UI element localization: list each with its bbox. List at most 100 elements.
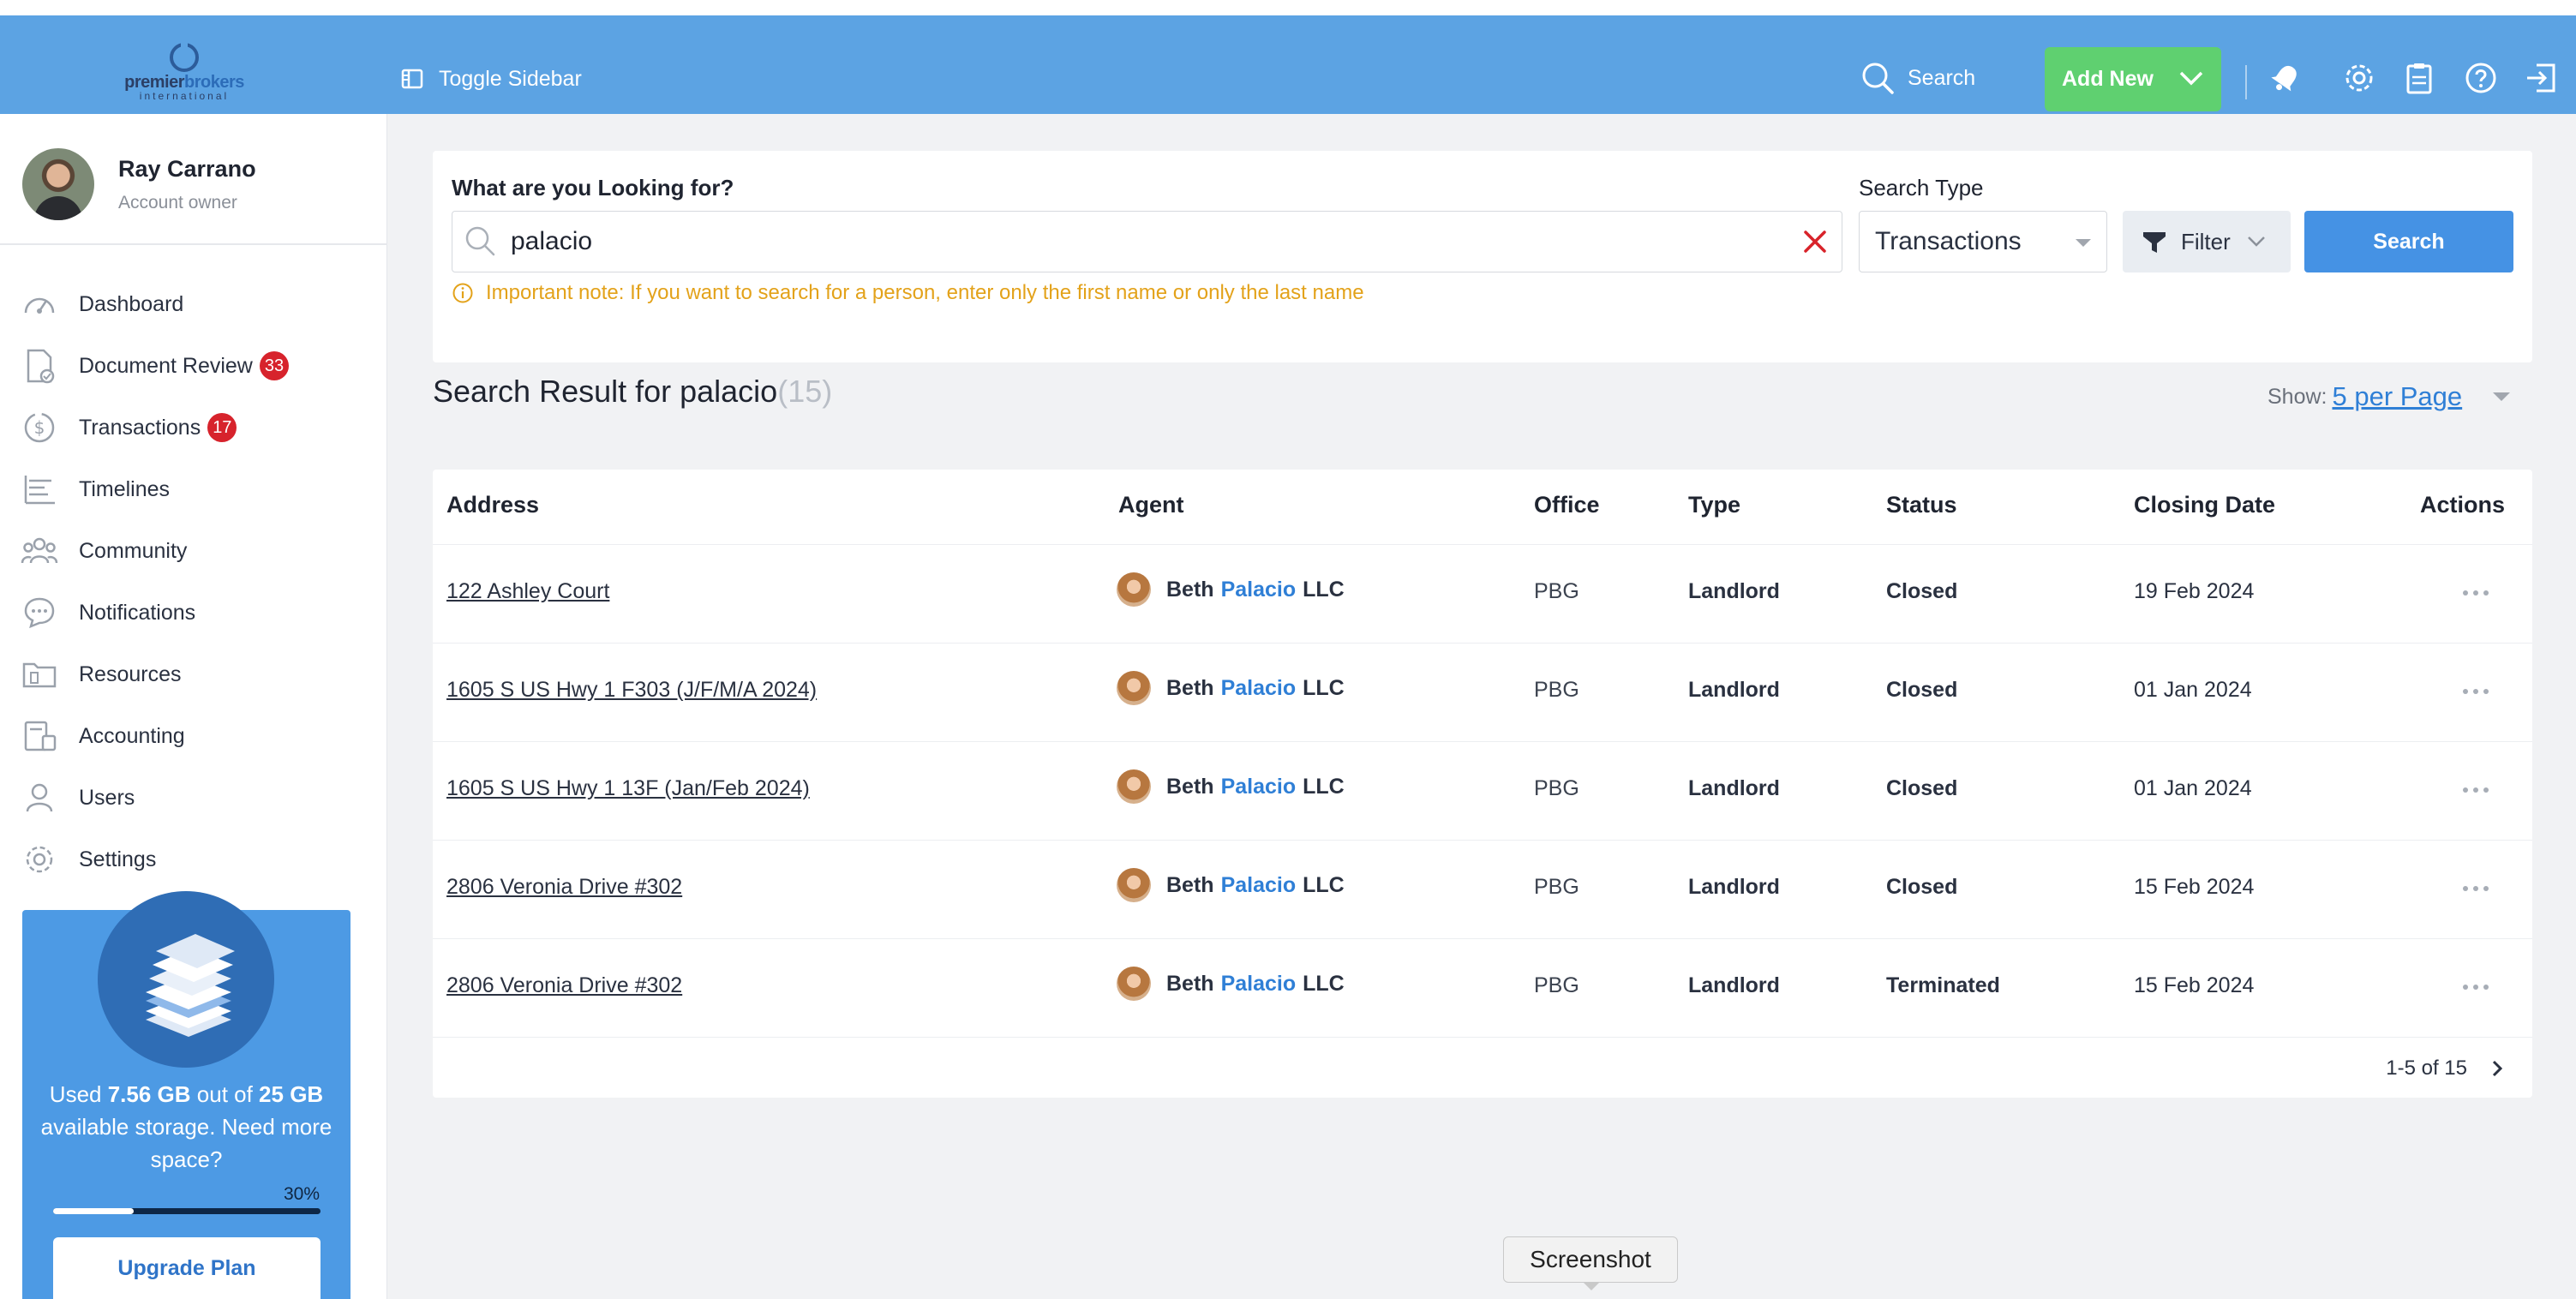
help-icon[interactable] <box>2463 60 2499 96</box>
address-link[interactable]: 2806 Veronia Drive #302 <box>446 875 682 900</box>
sidebar-item-label: Timelines <box>79 476 171 501</box>
timeline-icon <box>24 476 55 505</box>
agent-avatar <box>1117 769 1151 804</box>
sidebar-item-label: Transactions <box>79 415 201 440</box>
search-query-value: palacio <box>511 227 593 255</box>
closing-date-cell: 01 Jan 2024 <box>2134 678 2252 702</box>
sidebar-item-community[interactable]: Community <box>21 520 289 582</box>
chevron-down-icon <box>2179 71 2203 86</box>
pagination-range: 1-5 of 15 <box>2386 1057 2467 1080</box>
logout-icon[interactable] <box>2523 60 2559 96</box>
sidebar-item-label: Dashboard <box>79 291 184 316</box>
agent-suffix: LLC <box>1303 872 1345 897</box>
agent-suffix: LLC <box>1303 675 1345 700</box>
gauge-icon <box>24 297 55 314</box>
status-cell: Closed <box>1886 776 1958 800</box>
chevron-right-icon[interactable] <box>2488 1059 2507 1078</box>
logo-mark <box>170 41 199 72</box>
column-header-status[interactable]: Status <box>1886 492 1957 518</box>
show-label: Show: <box>2267 384 2327 409</box>
search-note-text: Important note: If you want to search fo… <box>486 281 1364 304</box>
sidebar-item-label: Accounting <box>79 723 185 748</box>
more-actions-icon[interactable] <box>2459 982 2493 992</box>
user-name: Ray Carrano <box>118 155 256 182</box>
sidebar-item-users[interactable]: Users <box>21 767 289 829</box>
avatar <box>22 148 94 220</box>
sidebar-item-timelines[interactable]: Timelines <box>21 458 289 520</box>
transactions-count-badge: 17 <box>207 413 237 442</box>
status-cell: Closed <box>1886 579 1958 603</box>
search-button[interactable]: Search <box>2304 211 2513 272</box>
column-header-office[interactable]: Office <box>1534 492 1600 518</box>
sidebar-item-transactions[interactable]: $ Transactions 17 <box>21 397 289 458</box>
agent-avatar <box>1117 572 1151 607</box>
type-cell: Landlord <box>1688 875 1780 899</box>
sidebar-item-resources[interactable]: Resources <box>21 644 289 705</box>
header-divider <box>2245 65 2247 99</box>
address-link[interactable]: 1605 S US Hwy 1 13F (Jan/Feb 2024) <box>446 776 810 801</box>
more-actions-icon[interactable] <box>2459 588 2493 598</box>
column-header-type[interactable]: Type <box>1688 492 1740 518</box>
search-type-value: Transactions <box>1875 227 2022 255</box>
agent-cell: Beth Palacio LLC <box>1117 967 1345 1001</box>
column-header-address[interactable]: Address <box>446 492 539 518</box>
search-type-label: Search Type <box>1859 175 1984 201</box>
toggle-sidebar-button[interactable]: Toggle Sidebar <box>401 63 582 94</box>
add-new-button[interactable]: Add New <box>2045 47 2221 111</box>
sidebar-item-dashboard[interactable]: Dashboard <box>21 273 289 335</box>
per-page-select[interactable]: 5 per Page <box>2332 381 2462 412</box>
address-link[interactable]: 122 Ashley Court <box>446 579 609 604</box>
search-input[interactable]: palacio <box>452 211 1842 272</box>
logo-wordmark: premierbrokers <box>124 73 244 92</box>
agent-match-highlight: Palacio <box>1220 675 1297 700</box>
sidebar-item-settings[interactable]: Settings <box>21 829 289 890</box>
caret-down-icon[interactable] <box>2493 392 2511 401</box>
chevron-down-icon <box>2247 236 2265 247</box>
clipboard-icon[interactable] <box>2401 60 2437 96</box>
filter-label: Filter <box>2181 228 2231 254</box>
more-actions-icon[interactable] <box>2459 686 2493 697</box>
agent-first-name: Beth <box>1166 675 1214 700</box>
address-link[interactable]: 1605 S US Hwy 1 F303 (J/F/M/A 2024) <box>446 678 817 703</box>
more-actions-icon[interactable] <box>2459 785 2493 795</box>
column-header-closing-date[interactable]: Closing Date <box>2134 492 2275 518</box>
results-title: Search Result for palacio(15) <box>433 374 832 410</box>
close-icon[interactable] <box>1800 227 1830 256</box>
closing-date-cell: 19 Feb 2024 <box>2134 579 2255 603</box>
closing-date-cell: 15 Feb 2024 <box>2134 875 2255 899</box>
user-profile[interactable]: Ray Carrano Account owner <box>22 148 256 220</box>
more-actions-icon[interactable] <box>2459 883 2493 894</box>
agent-first-name: Beth <box>1166 577 1214 602</box>
chat-bubble-icon <box>24 597 55 629</box>
agent-match-highlight: Palacio <box>1220 971 1297 996</box>
closing-date-cell: 15 Feb 2024 <box>2134 973 2255 997</box>
agent-match-highlight: Palacio <box>1220 774 1297 799</box>
sidebar-item-label: Settings <box>79 847 157 871</box>
address-link[interactable]: 2806 Veronia Drive #302 <box>446 973 682 998</box>
sidebar-item-document-review[interactable]: Document Review 33 <box>21 335 290 397</box>
search-icon <box>1862 63 1894 94</box>
sidebar-item-notifications[interactable]: Notifications <box>21 582 289 644</box>
document-check-icon <box>27 349 55 384</box>
bell-icon[interactable] <box>2267 60 2303 96</box>
upgrade-plan-button[interactable]: Upgrade Plan <box>53 1237 321 1299</box>
company-logo[interactable]: premierbrokers international <box>120 41 249 101</box>
office-cell: PBG <box>1534 875 1579 899</box>
sidebar-item-label: Document Review <box>79 353 253 378</box>
header-search-button[interactable]: Search <box>1860 60 1975 96</box>
sidebar-item-accounting[interactable]: Accounting <box>21 705 289 767</box>
filter-button[interactable]: Filter <box>2123 211 2291 272</box>
storage-card: Used 7.56 GB out of 25 GB available stor… <box>22 891 350 1299</box>
office-cell: PBG <box>1534 776 1579 800</box>
agent-first-name: Beth <box>1166 872 1214 897</box>
agent-match-highlight: Palacio <box>1220 872 1297 897</box>
gear-icon <box>26 846 53 873</box>
column-header-agent[interactable]: Agent <box>1118 492 1184 518</box>
results-count: (15) <box>777 374 833 409</box>
type-cell: Landlord <box>1688 579 1780 603</box>
agent-suffix: LLC <box>1303 577 1345 602</box>
gear-icon[interactable] <box>2341 60 2377 96</box>
agent-cell: Beth Palacio LLC <box>1117 671 1345 705</box>
search-type-select[interactable]: Transactions <box>1859 211 2107 272</box>
sidebar-item-label: Resources <box>79 661 182 686</box>
